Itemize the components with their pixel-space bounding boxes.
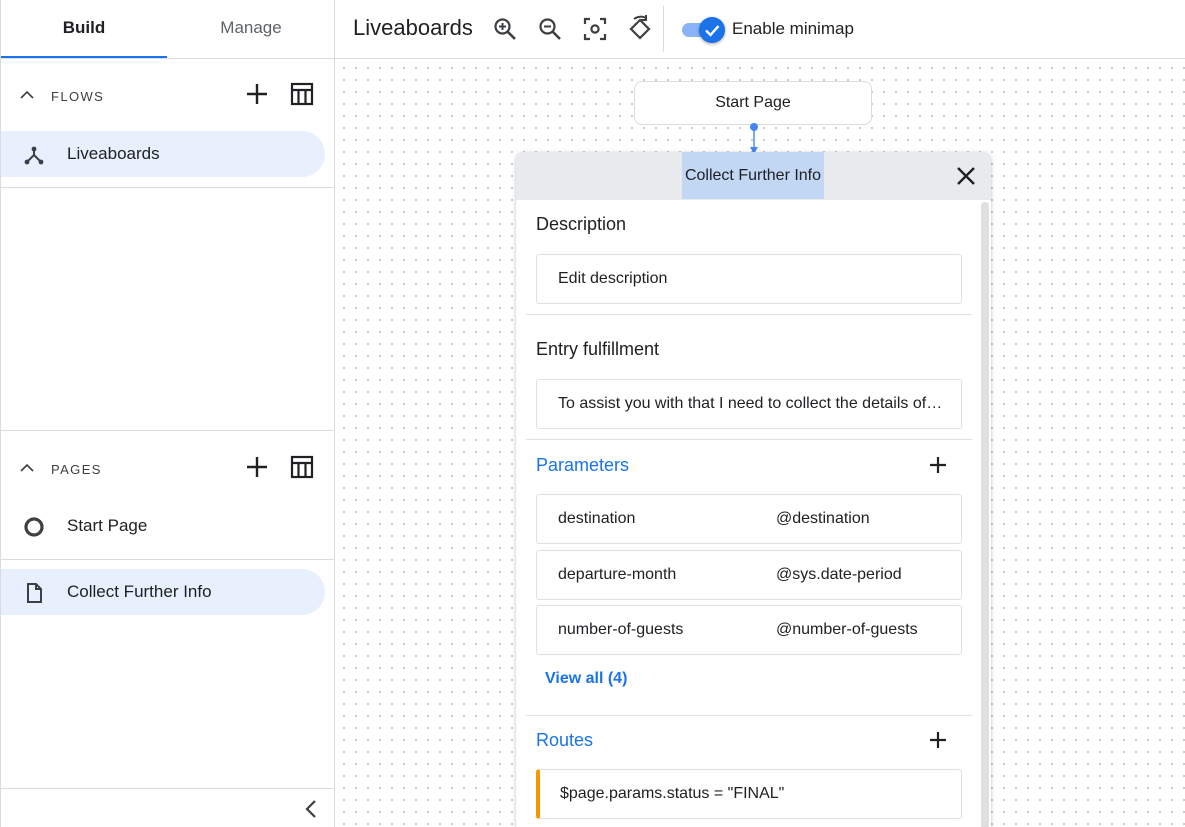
entry-fulfillment-field[interactable]: To assist you with that I need to collec… [536, 379, 962, 429]
toolbar-divider [663, 6, 664, 52]
routes-heading[interactable]: Routes [536, 730, 593, 751]
reset-rotate-icon[interactable] [625, 14, 655, 44]
parameters-heading[interactable]: Parameters [536, 455, 629, 476]
parameter-row[interactable]: number-of-guests @number-of-guests [536, 605, 962, 655]
close-icon[interactable] [953, 163, 979, 189]
page-item-label: Start Page [67, 516, 148, 535]
start-page-node[interactable]: Start Page [634, 81, 872, 125]
description-field[interactable]: Edit description [536, 254, 962, 304]
parameter-name: number-of-guests [558, 621, 684, 638]
pages-section-title: PAGES [51, 462, 102, 477]
flow-item-liveaboards[interactable]: Liveaboards [1, 131, 325, 177]
tab-build[interactable]: Build [1, 0, 167, 58]
route-row[interactable]: $page.params.status = "FINAL" [536, 769, 962, 819]
minimap-toggle[interactable] [680, 17, 728, 43]
entry-fulfillment-heading: Entry fulfillment [536, 339, 660, 359]
divider [1, 430, 335, 431]
panel-scrollbar[interactable] [981, 202, 989, 827]
flow-icon [24, 146, 44, 165]
sidebar-tabs: Build Manage [1, 0, 335, 59]
page-detail-panel: Collect Further Info Description Edit de… [516, 152, 991, 827]
add-page-icon[interactable] [242, 452, 272, 482]
divider [526, 314, 972, 315]
tab-manage[interactable]: Manage [168, 0, 334, 58]
panel-body: Description Edit description Entry fulfi… [516, 200, 991, 827]
divider [526, 439, 972, 440]
panel-title[interactable]: Collect Further Info [682, 152, 824, 199]
page-title: Liveaboards [353, 15, 473, 40]
pages-section-header: PAGES [1, 450, 335, 490]
chevron-left-icon[interactable] [299, 796, 325, 822]
description-placeholder: Edit description [558, 270, 668, 287]
chevron-up-icon[interactable] [17, 85, 37, 105]
panel-header: Collect Further Info [516, 152, 991, 200]
parameter-row[interactable]: destination @destination [536, 494, 962, 544]
view-all-parameters-link[interactable]: View all (4) [545, 670, 627, 688]
fit-screen-icon[interactable] [580, 14, 610, 44]
flow-item-label: Liveaboards [67, 144, 160, 163]
page-icon [27, 583, 42, 603]
parameter-entity-type: @number-of-guests [776, 621, 918, 638]
circle-icon [24, 517, 44, 537]
zoom-in-icon[interactable] [490, 14, 520, 44]
chevron-up-icon[interactable] [17, 458, 37, 478]
parameter-name: destination [558, 510, 636, 527]
node-connector [750, 123, 758, 154]
description-heading: Description [536, 214, 627, 234]
minimap-label: Enable minimap [732, 19, 854, 38]
toggle-knob [699, 17, 725, 43]
divider [1, 788, 335, 789]
parameter-name: departure-month [558, 566, 677, 583]
parameter-row[interactable]: departure-month @sys.date-period [536, 550, 962, 600]
page-item-start-page[interactable]: Start Page [1, 503, 325, 549]
add-route-icon[interactable] [924, 726, 952, 754]
flow-canvas[interactable]: Start Page Collect Further Info Descript… [335, 59, 1185, 827]
parameter-entity-type: @destination [776, 510, 870, 527]
entry-fulfillment-text: To assist you with that I need to collec… [558, 395, 943, 412]
app-root: Build Manage FLOWS Liveaboards PAGES Sta… [0, 0, 1185, 827]
table-view-icon[interactable] [287, 79, 317, 109]
add-parameter-icon[interactable] [924, 451, 952, 479]
sidebar: Build Manage FLOWS Liveaboards PAGES Sta… [0, 0, 335, 827]
divider [1, 187, 335, 188]
route-condition: $page.params.status = "FINAL" [560, 785, 785, 802]
flows-section-header: FLOWS [1, 77, 335, 117]
check-icon [705, 25, 720, 37]
flows-section-title: FLOWS [51, 89, 105, 104]
divider [526, 715, 972, 716]
divider [1, 559, 335, 560]
zoom-out-icon[interactable] [535, 14, 565, 44]
toolbar: Liveaboards Enable minimap [335, 0, 1185, 59]
page-item-collect-further-info[interactable]: Collect Further Info [1, 569, 325, 615]
page-item-label: Collect Further Info [67, 582, 212, 601]
add-flow-icon[interactable] [242, 79, 272, 109]
parameter-entity-type: @sys.date-period [776, 566, 902, 583]
table-view-icon[interactable] [287, 452, 317, 482]
